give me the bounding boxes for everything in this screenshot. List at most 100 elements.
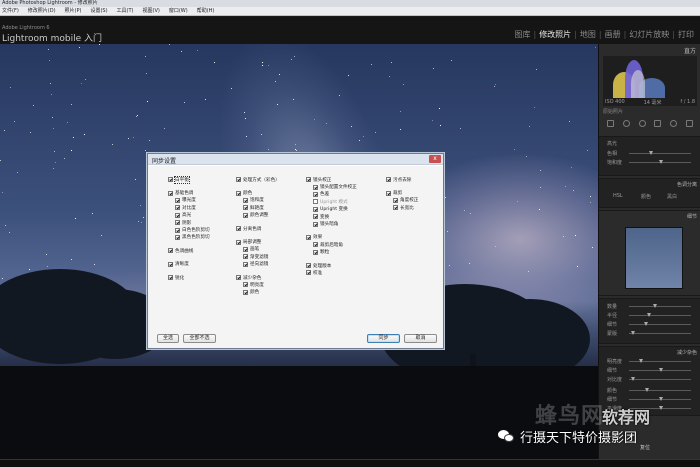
adjustment-brush-icon[interactable] [685,119,693,127]
module-print[interactable]: 打印 [676,29,696,40]
checkbox-checked-icon[interactable] [313,206,318,212]
sync-option-checkbox[interactable]: 色差 [306,191,357,198]
original-photo-toggle[interactable]: 原始照片 [603,108,623,115]
checkbox-checked-icon[interactable] [175,234,180,240]
checkbox-checked-icon[interactable] [313,242,318,248]
module-book[interactable]: 画册 [603,29,623,40]
checkbox-checked-icon[interactable] [236,190,241,196]
module-slideshow[interactable]: 幻灯片放映 [627,29,671,40]
radial-filter-icon[interactable] [669,119,677,127]
checkbox-checked-icon[interactable] [236,239,241,245]
tab-hsl[interactable]: HSL [613,193,623,199]
sync-option-checkbox[interactable]: 白色色阶剪切 [168,226,210,233]
checkbox-checked-icon[interactable] [236,177,241,183]
checkbox-checked-icon[interactable] [243,197,248,203]
sync-option-checkbox[interactable]: 渐变滤镜 [236,253,280,260]
checkbox-checked-icon[interactable] [175,197,180,203]
module-library[interactable]: 图库 [512,29,532,40]
sync-option-checkbox[interactable]: 画笔 [236,246,280,253]
sync-option-checkbox[interactable]: 锐化 [168,274,210,281]
sync-option-checkbox[interactable]: 污点去除 [386,176,418,183]
checkbox-checked-icon[interactable] [313,214,318,220]
detail-preview[interactable] [625,227,683,289]
module-develop[interactable]: 修改照片 [537,29,573,40]
checkbox-checked-icon[interactable] [168,177,173,183]
checkbox-checked-icon[interactable] [168,275,173,281]
select-none-button[interactable]: 全部不选 [183,334,216,343]
checkbox-checked-icon[interactable] [243,282,248,288]
sync-option-checkbox[interactable]: 饱和度 [236,197,280,204]
graduated-filter-icon[interactable] [654,119,662,127]
menu-settings[interactable]: 设置(S) [90,7,107,15]
checkbox-checked-icon[interactable] [306,270,311,276]
menu-file[interactable]: 文件(F) [2,7,19,15]
sync-option-checkbox[interactable]: 分离色调 [236,225,280,232]
sync-option-checkbox[interactable]: 色调曲线 [168,247,210,254]
checkbox-checked-icon[interactable] [313,191,318,197]
checkbox-checked-icon[interactable] [306,263,311,269]
identity-plate[interactable]: Lightroom mobile 入门 [2,31,102,44]
sync-option-checkbox[interactable]: 鲜艳度 [236,204,280,211]
sync-option-checkbox[interactable]: 变换 [306,213,357,220]
menu-view[interactable]: 视图(V) [143,7,160,15]
checkbox-checked-icon[interactable] [243,289,248,295]
crop-icon[interactable] [607,119,615,127]
checkbox-checked-icon[interactable] [175,205,180,211]
checkbox-checked-icon[interactable] [386,177,391,183]
sync-option-checkbox[interactable]: 减少杂色 [236,274,280,281]
checkbox-checked-icon[interactable] [175,220,180,226]
sync-option-checkbox[interactable]: 镜头配置文件校正 [306,183,357,190]
checkbox-checked-icon[interactable] [313,184,318,190]
sync-button[interactable]: 同步 [367,334,400,343]
sync-option-checkbox[interactable]: 处理版本 [306,262,357,269]
checkbox-checked-icon[interactable] [306,234,311,240]
sync-option-checkbox[interactable]: 颗粒 [306,249,357,256]
checkbox-checked-icon[interactable] [306,177,311,183]
sync-option-checkbox[interactable]: 黑色色阶剪切 [168,234,210,241]
checkbox-checked-icon[interactable] [243,212,248,218]
checkbox-checked-icon[interactable] [168,248,173,254]
sync-option-checkbox[interactable]: 阴影 [168,219,210,226]
sync-option-checkbox[interactable]: 明亮度 [236,281,280,288]
menu-help[interactable]: 帮助(H) [197,7,215,15]
tab-color[interactable]: 颜色 [641,193,651,200]
checkbox-checked-icon[interactable] [243,261,248,267]
sync-option-checkbox[interactable]: 局部调整 [236,238,280,245]
sync-option-checkbox[interactable]: 径向滤镜 [236,261,280,268]
checkbox-checked-icon[interactable] [236,226,241,232]
sync-option-checkbox[interactable]: 颜色 [236,289,280,296]
red-eye-icon[interactable] [638,119,646,127]
sync-option-checkbox[interactable]: 长宽比 [386,204,418,211]
sync-option-checkbox[interactable]: 颜色调整 [236,212,280,219]
menu-photo[interactable]: 照片(P) [65,7,82,15]
checkbox-checked-icon[interactable] [168,261,173,267]
sync-option-checkbox[interactable]: Upright 模式 [306,198,357,205]
close-icon[interactable]: x [429,155,441,163]
checkbox-checked-icon[interactable] [168,190,173,196]
histogram-title[interactable]: 直方 [684,46,696,55]
reset-button[interactable]: 复位 [640,444,650,451]
sync-option-checkbox[interactable]: 对比度 [168,204,210,211]
checkbox-checked-icon[interactable] [313,249,318,255]
sync-option-checkbox[interactable]: 曝光度 [168,197,210,204]
sync-option-checkbox[interactable]: 白平衡 [168,175,210,184]
checkbox-checked-icon[interactable] [243,254,248,260]
sync-option-checkbox[interactable]: 镜头校正 [306,176,357,183]
sync-option-checkbox[interactable]: 校准 [306,269,357,276]
checkbox-checked-icon[interactable] [236,275,241,281]
sync-option-checkbox[interactable]: 角度校正 [386,197,418,204]
sync-option-checkbox[interactable]: Upright 变换 [306,206,357,213]
checkbox-checked-icon[interactable] [175,227,180,233]
sync-option-checkbox[interactable]: 颜色 [236,189,280,196]
checkbox-checked-icon[interactable] [313,221,318,227]
menu-develop[interactable]: 修改照片(D) [28,7,56,15]
select-all-button[interactable]: 全选 [157,334,179,343]
menu-tools[interactable]: 工具(T) [117,7,134,15]
sync-option-checkbox[interactable]: 裁剪 [386,189,418,196]
sync-option-checkbox[interactable]: 裁剪后暗角 [306,241,357,248]
checkbox-checked-icon[interactable] [393,205,398,211]
sync-option-checkbox[interactable]: 效果 [306,234,357,241]
menu-window[interactable]: 窗口(W) [169,7,188,15]
checkbox-unchecked-icon[interactable] [313,199,318,205]
spot-removal-icon[interactable] [622,119,630,127]
